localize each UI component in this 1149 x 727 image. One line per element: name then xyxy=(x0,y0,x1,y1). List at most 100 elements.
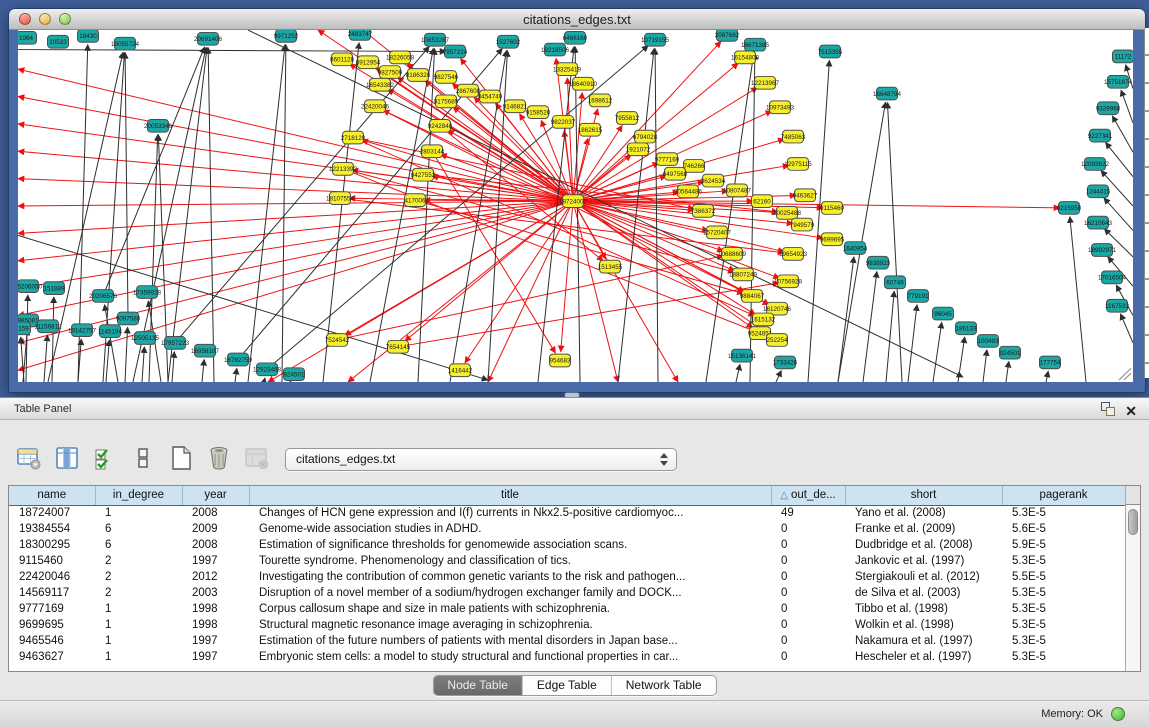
table-cell[interactable]: Corpus callosum shape and size in male p… xyxy=(249,601,771,617)
column-header-pagerank[interactable]: pagerank xyxy=(1002,486,1125,505)
graph-node[interactable]: 17957223 xyxy=(161,337,190,350)
graph-node[interactable]: 11172 xyxy=(1113,50,1134,63)
table-row[interactable]: 969969511998Structural magnetic resonanc… xyxy=(9,617,1125,633)
table-cell[interactable]: Changes of HCN gene expression and I(f) … xyxy=(249,505,771,521)
table-row[interactable]: 2242004622012Investigating the contribut… xyxy=(9,569,1125,585)
graph-node[interactable]: 60746 xyxy=(885,276,906,289)
table-cell[interactable]: 0 xyxy=(771,521,845,537)
graph-node[interactable]: 1733426 xyxy=(773,356,798,369)
table-row[interactable]: 1456911722003Disruption of a novel membe… xyxy=(9,585,1125,601)
column-header-short[interactable]: short xyxy=(845,486,1002,505)
table-cell[interactable]: 5.6E-5 xyxy=(1002,521,1125,537)
graph-node[interactable]: 11156812 xyxy=(34,320,62,333)
graph-node[interactable]: 10853287 xyxy=(421,33,450,46)
table-cell[interactable]: 5.3E-5 xyxy=(1002,633,1125,649)
graph-node[interactable]: 1145194 xyxy=(98,325,123,338)
graph-node[interactable]: 9777169 xyxy=(655,153,680,166)
graph-node[interactable]: 9146821 xyxy=(503,100,528,113)
graph-node[interactable]: 151889 xyxy=(44,282,66,295)
table-cell[interactable]: Embryonic stem cells: a model to study s… xyxy=(249,649,771,665)
graph-node[interactable]: 16782759 xyxy=(224,353,253,366)
graph-node[interactable]: 18640910 xyxy=(569,77,598,90)
graph-node[interactable]: 20564486 xyxy=(674,185,703,198)
graph-node[interactable]: 18226058 xyxy=(386,51,415,64)
table-cell[interactable]: Estimation of the future numbers of pati… xyxy=(249,633,771,649)
graph-node[interactable]: 7485063 xyxy=(781,130,806,143)
graph-node[interactable]: 19142757 xyxy=(68,324,97,337)
table-cell[interactable]: 1997 xyxy=(182,633,249,649)
graph-node[interactable]: 16671385 xyxy=(741,38,770,51)
graph-node[interactable]: 9884067 xyxy=(740,290,765,303)
graph-node[interactable]: 12505135 xyxy=(131,332,160,345)
graph-node[interactable]: 9329968 xyxy=(1096,102,1121,115)
graph-node[interactable]: 12213392 xyxy=(329,162,358,175)
graph-node[interactable]: 6794028 xyxy=(633,130,658,143)
table-cell[interactable]: 0 xyxy=(771,601,845,617)
table-cell[interactable]: Yano et al. (2008) xyxy=(845,505,1002,521)
graph-node[interactable]: 18807249 xyxy=(729,268,758,281)
graph-node[interactable]: 7515355 xyxy=(818,45,843,58)
scrollbar-thumb[interactable] xyxy=(1128,509,1138,535)
table-cell[interactable]: 49 xyxy=(771,505,845,521)
table-cell[interactable]: 1998 xyxy=(182,601,249,617)
table-cell[interactable]: 1997 xyxy=(182,649,249,665)
graph-node[interactable]: 9699695 xyxy=(820,233,845,246)
graph-node[interactable]: 20053346 xyxy=(144,119,173,132)
table-cell[interactable]: Jankovic et al. (1997) xyxy=(845,553,1002,569)
graph-node[interactable]: 1615132 xyxy=(751,313,776,326)
table-settings-icon[interactable] xyxy=(16,445,42,471)
graph-node[interactable]: 1698612 xyxy=(588,94,613,107)
table-row[interactable]: 1872400712008Changes of HCN gene express… xyxy=(9,505,1125,521)
table-cell[interactable]: 19384554 xyxy=(9,521,95,537)
graph-node[interactable]: 10756928 xyxy=(774,275,803,288)
graph-node[interactable]: 9175685 xyxy=(434,95,459,108)
graph-node[interactable]: 9227341 xyxy=(1088,129,1113,142)
graph-node[interactable]: 7957224 xyxy=(443,45,468,58)
table-cell[interactable]: 0 xyxy=(771,617,845,633)
table-cell[interactable]: 1 xyxy=(95,649,182,665)
table-cell[interactable]: Stergiakouli et al. (2012) xyxy=(845,569,1002,585)
graph-node[interactable]: 252254 xyxy=(767,334,789,347)
table-cell[interactable]: 5.3E-5 xyxy=(1002,601,1125,617)
graph-node[interactable]: 19654923 xyxy=(779,248,808,261)
graph-node[interactable]: 9827509 xyxy=(378,66,403,79)
graph-node[interactable]: 8215958 xyxy=(1057,202,1082,215)
table-cell[interactable]: 2 xyxy=(95,553,182,569)
graph-node[interactable]: 16648794 xyxy=(873,87,902,100)
table-cell[interactable]: Nakamura et al. (1997) xyxy=(845,633,1002,649)
column-header-out_de[interactable]: △out_de... xyxy=(771,486,845,505)
graph-node[interactable]: 12093822 xyxy=(1081,158,1110,171)
table-cell[interactable]: 9699695 xyxy=(9,617,95,633)
graph-node[interactable]: 8454749 xyxy=(478,90,503,103)
table-cell[interactable]: Genome-wide association studies in ADHD. xyxy=(249,521,771,537)
table-cell[interactable]: 1998 xyxy=(182,617,249,633)
graph-node[interactable]: 100493 xyxy=(978,335,1000,348)
table-row[interactable]: 911546021997Tourette syndrome. Phenomeno… xyxy=(9,553,1125,569)
graph-node[interactable]: 20533 xyxy=(48,35,69,48)
graph-node[interactable]: 1984 xyxy=(18,31,37,44)
table-cell[interactable]: Structural magnetic resonance image aver… xyxy=(249,617,771,633)
graph-node[interactable]: 7654145 xyxy=(386,340,411,353)
graph-node[interactable]: 10688609 xyxy=(718,248,747,261)
graph-node[interactable]: 1640954 xyxy=(843,242,868,255)
column-header-name[interactable]: name xyxy=(9,486,95,505)
graph-node[interactable]: 6497568 xyxy=(663,167,688,180)
window-titlebar[interactable]: citations_edges.txt xyxy=(9,9,1145,30)
table-cell[interactable]: 2008 xyxy=(182,505,249,521)
graph-node[interactable]: 22420046 xyxy=(361,100,390,113)
delete-attribute-trash-icon[interactable] xyxy=(206,445,232,471)
table-cell[interactable]: 6 xyxy=(95,521,182,537)
table-cell[interactable]: 5.3E-5 xyxy=(1002,505,1125,521)
graph-node[interactable]: 1244415 xyxy=(1086,185,1111,198)
table-cell[interactable]: 5.3E-5 xyxy=(1002,553,1125,569)
graph-node[interactable]: 1513455 xyxy=(598,260,623,273)
table-row[interactable]: 1830029562008Estimation of significance … xyxy=(9,537,1125,553)
graph-node[interactable]: 15720407 xyxy=(703,226,732,239)
graph-node[interactable]: 16543382 xyxy=(366,78,395,91)
graph-node[interactable]: 186133 xyxy=(956,322,978,335)
table-cell[interactable]: 5.3E-5 xyxy=(1002,617,1125,633)
table-cell[interactable]: Tourette syndrome. Phenomenology and cla… xyxy=(249,553,771,569)
graph-node[interactable]: 20691406 xyxy=(194,32,223,45)
graph-node[interactable]: 12975115 xyxy=(784,158,812,171)
table-row[interactable]: 946362711997Embryonic stem cells: a mode… xyxy=(9,649,1125,665)
